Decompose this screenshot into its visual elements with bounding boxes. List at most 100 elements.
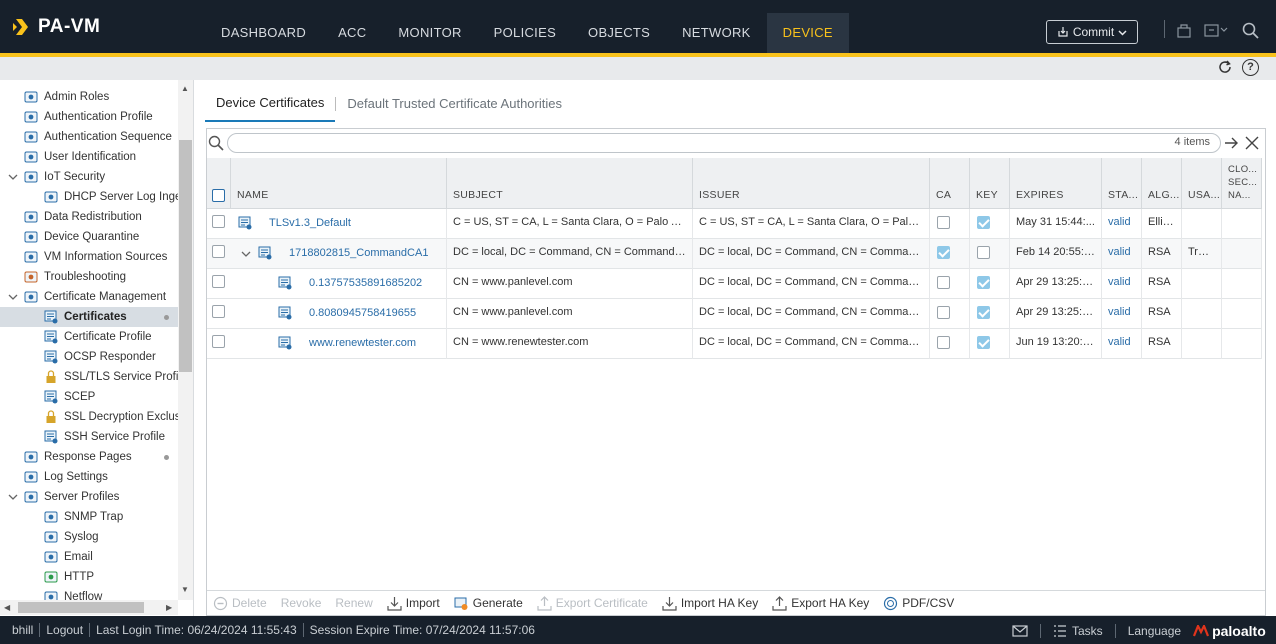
sidebar-item[interactable]: Certificate Management [0, 287, 178, 307]
expires-cell: Jun 19 13:20:2... [1010, 329, 1102, 359]
delete-button[interactable]: Delete [213, 596, 267, 611]
tab-device-certificates[interactable]: Device Certificates [205, 92, 336, 122]
chevron-down-icon[interactable] [241, 249, 251, 259]
row-select-checkbox[interactable] [212, 335, 225, 348]
scroll-down-arrow[interactable]: ▼ [181, 585, 189, 594]
sidebar-item[interactable]: HTTP [0, 567, 178, 587]
tab-device[interactable]: DEVICE [766, 13, 849, 53]
column-header-expires[interactable]: EXPIRES [1010, 158, 1102, 209]
sidebar-item[interactable]: DHCP Server Log Ingestion [0, 187, 193, 207]
expires-cell: Apr 29 13:25:0... [1010, 299, 1102, 329]
sidebar-item[interactable]: SSL Decryption Exclusion [0, 407, 193, 427]
sidebar-item[interactable]: Response Pages [0, 447, 178, 467]
column-header-ca[interactable]: CA [930, 158, 970, 209]
column-header-usage[interactable]: USA... [1182, 158, 1222, 209]
tab-objects[interactable]: OBJECTS [572, 13, 666, 53]
sidebar-item[interactable]: Log Settings [0, 467, 178, 487]
issuer-cell: DC = local, DC = Command, CN = Command..… [693, 269, 930, 299]
scroll-left-arrow[interactable]: ◀ [4, 603, 10, 612]
sidebar-item[interactable]: SCEP [0, 387, 178, 407]
row-select-checkbox[interactable] [212, 275, 225, 288]
sidebar-item[interactable]: SSH Service Profile [0, 427, 178, 447]
sidebar-item[interactable]: SSL/TLS Service Profile [0, 367, 187, 387]
sidebar-item[interactable]: Certificates [0, 307, 178, 327]
tasks-button[interactable]: Tasks [1053, 624, 1103, 638]
tab-monitor[interactable]: MONITOR [382, 13, 477, 53]
config-dropdown-icon[interactable] [1204, 22, 1228, 38]
tab-network[interactable]: NETWORK [666, 13, 767, 53]
current-user: bhill [12, 623, 34, 637]
sidebar-item[interactable]: Troubleshooting [0, 267, 178, 287]
sidebar-item[interactable]: IoT Security [0, 167, 178, 187]
import-button[interactable]: Import [387, 596, 440, 611]
import-ha-key-button[interactable]: Import HA Key [662, 596, 758, 611]
export-ha-key-button[interactable]: Export HA Key [772, 595, 869, 611]
certificate-icon [278, 306, 292, 320]
apply-filter-arrow-icon[interactable] [1223, 135, 1239, 151]
sidebar-item[interactable]: Email [0, 547, 178, 567]
column-header-status[interactable]: STA... [1102, 158, 1142, 209]
certificate-name-link[interactable]: 0.8080945758419655 [291, 299, 447, 329]
generate-button[interactable]: Generate [454, 596, 523, 611]
scroll-right-arrow[interactable]: ▶ [166, 603, 172, 612]
sidebar-item[interactable]: Device Quarantine [0, 227, 178, 247]
commit-label: Commit [1072, 25, 1115, 39]
column-header-subject[interactable]: SUBJECT [447, 158, 693, 209]
lock-config-icon[interactable] [1176, 22, 1192, 38]
scroll-up-arrow[interactable]: ▲ [181, 84, 189, 93]
column-header-key[interactable]: KEY [970, 158, 1010, 209]
column-header-cloud-secret-name[interactable]: CLO... SEC... NA... [1222, 158, 1262, 209]
revoke-button[interactable]: Revoke [281, 596, 322, 610]
certificate-name-link[interactable]: www.renewtester.com [291, 329, 447, 359]
sidebar-item[interactable]: Authentication Profile [0, 107, 178, 127]
ca-checkbox [937, 276, 950, 289]
logout-link[interactable]: Logout [39, 623, 89, 637]
column-header-issuer[interactable]: ISSUER [693, 158, 930, 209]
key-cell [970, 299, 1010, 329]
algorithm-cell: RSA [1142, 269, 1182, 299]
mail-icon[interactable] [1012, 625, 1028, 637]
chevron-down-icon[interactable] [8, 172, 18, 182]
tab-acc[interactable]: ACC [322, 13, 382, 53]
clear-filter-icon[interactable] [1244, 135, 1260, 151]
select-all-checkbox[interactable] [212, 189, 225, 202]
row-select-checkbox[interactable] [212, 305, 225, 318]
tab-dashboard[interactable]: DASHBOARD [205, 13, 322, 53]
tab-policies[interactable]: POLICIES [478, 13, 572, 53]
row-select-checkbox[interactable] [212, 245, 225, 258]
column-header-algorithm[interactable]: ALG... [1142, 158, 1182, 209]
sidebar-item[interactable]: OCSP Responder [0, 347, 178, 367]
tab-default-trusted-cas[interactable]: Default Trusted Certificate Authorities [336, 93, 573, 121]
export-certificate-button[interactable]: Export Certificate [537, 595, 648, 611]
search-icon[interactable] [1242, 22, 1260, 40]
language-button[interactable]: Language [1128, 624, 1181, 638]
sidebar-item[interactable]: Certificate Profile [0, 327, 178, 347]
row-select-checkbox[interactable] [212, 215, 225, 228]
sidebar-scroll-thumb[interactable] [179, 140, 192, 372]
ca-checkbox [937, 216, 950, 229]
cloud-cell [1222, 239, 1262, 269]
sidebar-item[interactable]: Data Redistribution [0, 207, 178, 227]
sidebar-item[interactable]: SNMP Trap [0, 507, 178, 527]
column-header-name[interactable]: NAME [231, 158, 447, 209]
sidebar-item[interactable]: VM Information Sources [0, 247, 178, 267]
renew-button[interactable]: Renew [335, 596, 372, 610]
pdf-csv-button[interactable]: PDF/CSV [883, 596, 954, 611]
filter-search-input[interactable] [227, 133, 1221, 153]
sidebar-item[interactable]: Server Profiles [0, 487, 178, 507]
refresh-icon[interactable] [1217, 59, 1233, 75]
usage-cell [1182, 329, 1222, 359]
help-icon[interactable]: ? [1242, 59, 1259, 76]
chevron-down-icon[interactable] [8, 492, 18, 502]
certificate-name-link[interactable]: 1718802815_CommandCA1 [271, 239, 447, 269]
sidebar-hscroll-thumb[interactable] [18, 602, 144, 613]
certificate-name-link[interactable]: TLSv1.3_Default [251, 209, 447, 239]
commit-button[interactable]: Commit [1046, 20, 1138, 44]
sidebar-item[interactable]: Admin Roles [0, 87, 178, 107]
sidebar-item[interactable]: Syslog [0, 527, 178, 547]
key-cell [970, 269, 1010, 299]
certificate-name-link[interactable]: 0.13757535891685202 [291, 269, 447, 299]
sidebar-item[interactable]: Authentication Sequence [0, 127, 178, 147]
chevron-down-icon[interactable] [8, 292, 18, 302]
sidebar-item[interactable]: User Identification [0, 147, 178, 167]
